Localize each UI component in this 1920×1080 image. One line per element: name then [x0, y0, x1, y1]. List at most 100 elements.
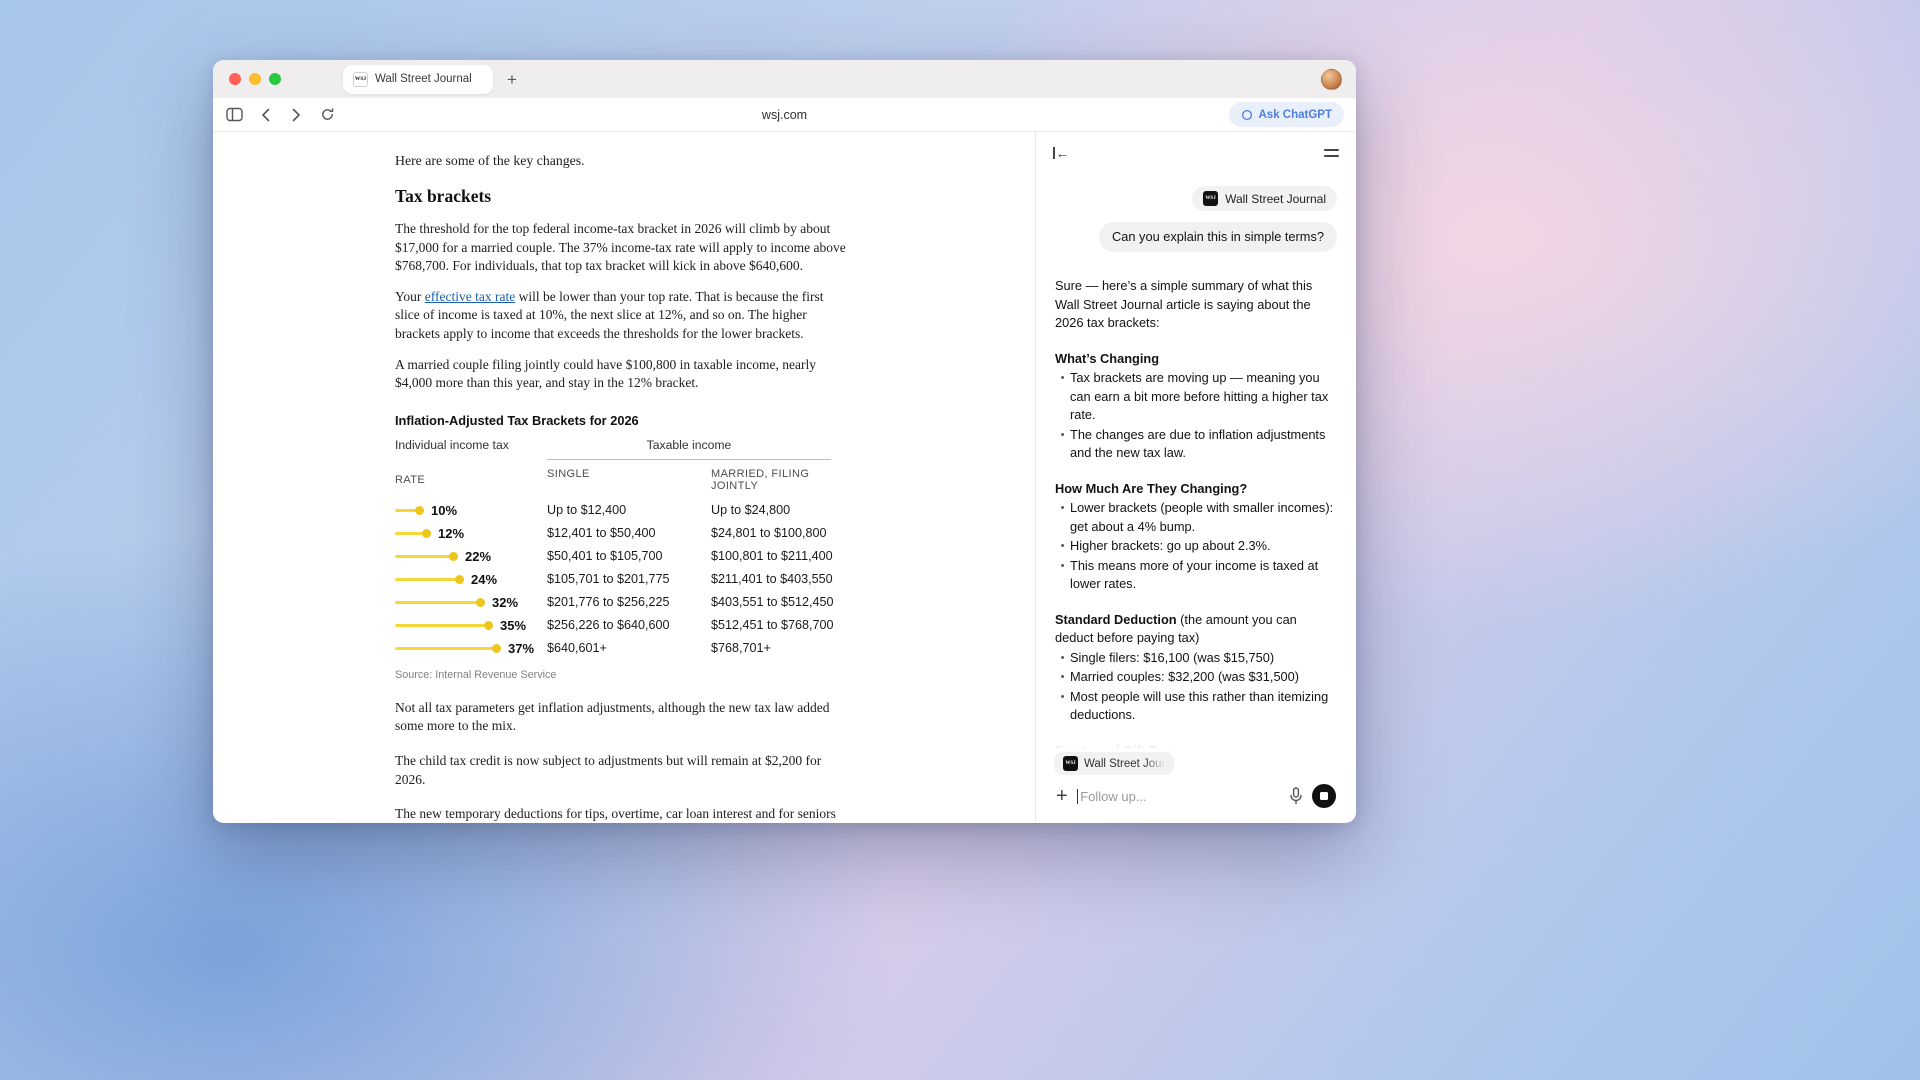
input-placeholder: Follow up... — [1080, 789, 1146, 804]
table-row: 37% $640,601+ $768,701+ — [395, 637, 847, 660]
rate-bar — [395, 647, 498, 651]
rate-value: 32% — [492, 595, 518, 610]
rate-bar — [395, 555, 455, 559]
microphone-icon[interactable] — [1289, 787, 1303, 805]
section-how-much: How Much Are They Changing? •Lower brack… — [1055, 480, 1337, 594]
zoom-window-button[interactable] — [269, 73, 281, 85]
reload-icon[interactable] — [318, 106, 336, 124]
section-title: What’s Changing — [1055, 351, 1159, 366]
chat-header: ← — [1036, 132, 1356, 174]
followup-input[interactable]: Follow up... — [1077, 789, 1280, 804]
married-range: $211,401 to $403,550 — [711, 572, 847, 586]
ask-chatgpt-button[interactable]: Ask ChatGPT — [1229, 102, 1345, 127]
tab-title: Wall Street Journal — [375, 73, 472, 85]
attachment-row: WSJ Wall Street Journal — [1055, 186, 1337, 211]
article-body: Here are some of the key changes. Tax br… — [395, 132, 847, 822]
chat-menu-icon[interactable] — [1324, 149, 1339, 156]
window-controls — [213, 73, 295, 85]
chatgpt-icon — [1241, 109, 1253, 121]
rate-value: 12% — [438, 526, 464, 541]
wsj-favicon: WSJ — [353, 72, 368, 87]
header-married: MARRIED, FILING JOINTLY — [711, 468, 847, 492]
text-caret — [1077, 789, 1079, 804]
tab-bar: WSJ Wall Street Journal + — [213, 60, 1356, 98]
bullet-item: •Lower brackets (people with smaller inc… — [1055, 499, 1337, 536]
bullet-item: •Tax brackets are moving up — meaning yo… — [1055, 369, 1337, 425]
add-attachment-icon[interactable]: + — [1056, 786, 1068, 806]
single-range: $105,701 to $201,775 — [547, 572, 711, 586]
bullet-item: •The changes are due to inflation adjust… — [1055, 426, 1337, 463]
rate-bar — [395, 601, 482, 605]
section-whats-changing: What’s Changing •Tax brackets are moving… — [1055, 350, 1337, 463]
married-range: Up to $24,800 — [711, 503, 847, 517]
header-rate: RATE — [395, 468, 547, 492]
sidebar-toggle-icon[interactable] — [225, 106, 243, 124]
rate-value: 37% — [508, 641, 534, 656]
married-range: $100,801 to $211,400 — [711, 549, 847, 563]
table-row: 24% $105,701 to $201,775 $211,401 to $40… — [395, 568, 847, 591]
section-standard-deduction: Standard Deduction (the amount you can d… — [1055, 611, 1337, 725]
rate-value: 10% — [431, 503, 457, 518]
attachment-chip[interactable]: WSJ Wall Street Journal — [1192, 186, 1337, 211]
heading-tax-brackets: Tax brackets — [395, 186, 847, 207]
single-range: $50,401 to $105,700 — [547, 549, 711, 563]
table-header-row: RATE SINGLE MARRIED, FILING JOINTLY — [395, 468, 847, 492]
paragraph: The threshold for the top federal income… — [395, 220, 847, 276]
table-source: Source: Internal Revenue Service — [395, 669, 847, 681]
stop-icon — [1320, 792, 1328, 800]
composer-input-row: + Follow up... — [1050, 775, 1342, 812]
single-range: $12,401 to $50,400 — [547, 526, 711, 540]
bullet-item: •Higher brackets: go up about 2.3%. — [1055, 537, 1337, 556]
wsj-icon: WSJ — [1203, 191, 1218, 206]
table-group-headers: Individual income tax Taxable income — [395, 438, 847, 460]
browser-toolbar: wsj.com Ask ChatGPT — [213, 98, 1356, 132]
paragraph-text: Your — [395, 289, 425, 304]
group-taxable-income: Taxable income — [547, 438, 831, 460]
bullet-item: •This means more of your income is taxed… — [1055, 557, 1337, 594]
assistant-message: Sure — here’s a simple summary of what t… — [1055, 277, 1337, 798]
section-title: Standard Deduction — [1055, 612, 1177, 627]
tax-brackets-table: Inflation-Adjusted Tax Brackets for 2026… — [395, 413, 847, 681]
rate-value: 22% — [465, 549, 491, 564]
new-tab-button[interactable]: + — [507, 71, 517, 88]
married-range: $512,451 to $768,700 — [711, 618, 847, 632]
close-window-button[interactable] — [229, 73, 241, 85]
composer-chip-label: Wall Street Journal — [1084, 758, 1165, 770]
article-pane: Here are some of the key changes. Tax br… — [213, 132, 1036, 822]
table-row: 35% $256,226 to $640,600 $512,451 to $76… — [395, 614, 847, 637]
ask-chatgpt-label: Ask ChatGPT — [1259, 109, 1333, 121]
back-icon[interactable] — [256, 106, 274, 124]
forward-icon[interactable] — [287, 106, 305, 124]
profile-avatar[interactable] — [1321, 69, 1342, 90]
single-range: $201,776 to $256,225 — [547, 595, 711, 609]
group-individual-income-tax: Individual income tax — [395, 438, 547, 460]
section-title: How Much Are They Changing? — [1055, 481, 1247, 496]
table-row: 12% $12,401 to $50,400 $24,801 to $100,8… — [395, 522, 847, 545]
paragraph: The new temporary deductions for tips, o… — [395, 805, 847, 822]
chatgpt-sidebar: ← WSJ Wall Street Journal Can you explai… — [1036, 132, 1356, 822]
rate-bar — [395, 532, 428, 536]
browser-window: WSJ Wall Street Journal + — [213, 60, 1356, 823]
married-range: $403,551 to $512,450 — [711, 595, 847, 609]
rate-bar — [395, 624, 490, 628]
header-single: SINGLE — [547, 468, 711, 492]
table-row: 22% $50,401 to $105,700 $100,801 to $211… — [395, 545, 847, 568]
rate-bar — [395, 578, 461, 582]
voice-button[interactable] — [1312, 784, 1336, 808]
composer-attachment-chip[interactable]: WSJ Wall Street Journal — [1054, 752, 1174, 775]
tab-wall-street-journal[interactable]: WSJ Wall Street Journal — [343, 65, 493, 94]
rate-bar — [395, 509, 421, 513]
minimize-window-button[interactable] — [249, 73, 261, 85]
paragraph: Not all tax parameters get inflation adj… — [395, 699, 847, 736]
user-message: Can you explain this in simple terms? — [1099, 222, 1337, 252]
address-bar[interactable]: wsj.com — [213, 108, 1356, 122]
chat-composer: WSJ Wall Street Journal + Follow up... — [1036, 721, 1356, 822]
single-range: $640,601+ — [547, 641, 711, 655]
collapse-sidebar-icon[interactable]: ← — [1053, 145, 1070, 161]
married-range: $24,801 to $100,800 — [711, 526, 847, 540]
paragraph: A married couple filing jointly could ha… — [395, 356, 847, 393]
table-row: 32% $201,776 to $256,225 $403,551 to $51… — [395, 591, 847, 614]
single-range: $256,226 to $640,600 — [547, 618, 711, 632]
bullet-item: •Most people will use this rather than i… — [1055, 688, 1337, 725]
effective-tax-rate-link[interactable]: effective tax rate — [425, 289, 515, 304]
